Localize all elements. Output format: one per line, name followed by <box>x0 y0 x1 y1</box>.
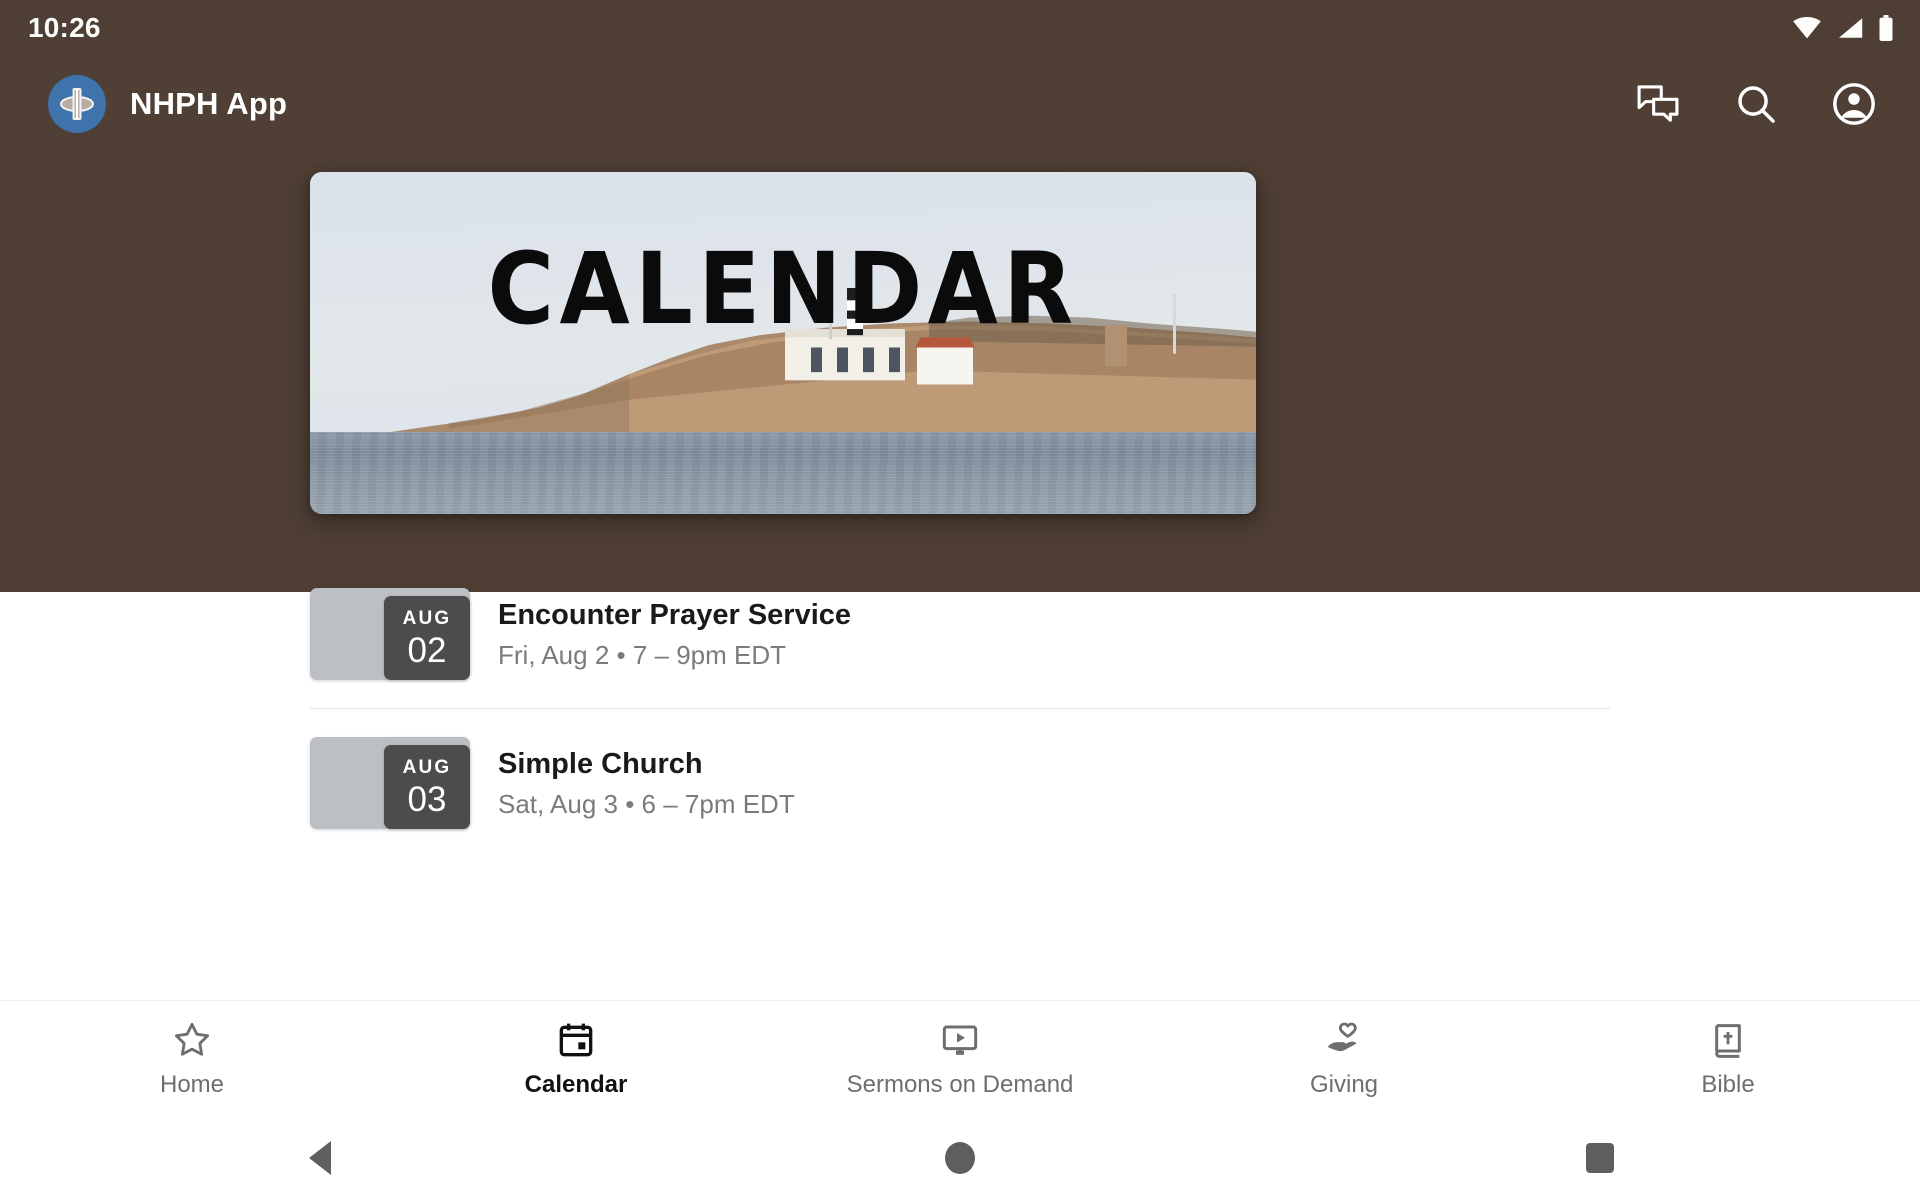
status-bar: 10:26 <box>0 0 1920 56</box>
tab-giving-label: Giving <box>1309 1070 1379 1098</box>
hand-heart-icon <box>1324 1019 1364 1061</box>
tab-home-label: Home <box>159 1070 225 1098</box>
search-icon[interactable] <box>1732 80 1780 128</box>
event-meta: Fri, Aug 2 • 7 – 9pm EDT <box>498 639 786 670</box>
battery-icon <box>1878 15 1894 41</box>
recents-square-icon[interactable] <box>1540 1128 1660 1188</box>
bible-book-cross-icon <box>1708 1019 1748 1061</box>
tab-bible-label: Bible <box>1701 1070 1755 1098</box>
table-row[interactable]: AUG 03 Simple Church Sat, Aug 3 • 6 – 7p… <box>0 709 1920 857</box>
event-day: 03 <box>407 779 447 819</box>
event-thumbnail: AUG 02 <box>310 588 470 680</box>
hero-image: CALENDAR <box>310 172 1256 514</box>
app-title: NHPH App <box>130 86 288 121</box>
tab-bible[interactable]: Bible <box>1536 1019 1920 1099</box>
event-title: Encounter Prayer Service <box>498 598 852 631</box>
tab-sermons-on-demand[interactable]: Sermons on Demand <box>768 1019 1152 1099</box>
star-outline-icon <box>172 1019 212 1061</box>
event-title: Simple Church <box>498 747 703 780</box>
tab-calendar[interactable]: Calendar <box>384 1019 768 1099</box>
hero-banner-card[interactable]: CALENDAR <box>310 172 1256 514</box>
home-circle-icon[interactable] <box>900 1128 1020 1188</box>
app-screen: 10:26 NHPH App CALENDAR AUG 02 Encounter… <box>0 0 1920 1200</box>
event-details: Simple Church Sat, Aug 3 • 6 – 7pm EDT <box>498 746 795 821</box>
status-badge: AUG 02 <box>384 596 470 680</box>
event-list: AUG 02 Encounter Prayer Service Fri, Aug… <box>0 560 1920 857</box>
app-bar: NHPH App <box>0 56 1920 152</box>
hero-sea <box>310 431 1256 514</box>
event-details: Encounter Prayer Service Fri, Aug 2 • 7 … <box>498 597 851 672</box>
system-navigation-bar <box>0 1116 1920 1200</box>
event-thumbnail: AUG 03 <box>310 737 470 829</box>
hero-buildings-illustration <box>784 288 1176 385</box>
tab-home[interactable]: Home <box>0 1019 384 1099</box>
video-monitor-play-icon <box>940 1019 980 1061</box>
wifi-icon <box>1792 17 1822 39</box>
status-bar-icons <box>1792 15 1894 41</box>
back-triangle-icon[interactable] <box>260 1128 380 1188</box>
event-meta: Sat, Aug 3 • 6 – 7pm EDT <box>498 788 795 819</box>
cellular-signal-icon <box>1836 17 1864 39</box>
church-cross-logo-icon[interactable] <box>48 75 106 133</box>
app-bar-branding: NHPH App <box>48 75 287 133</box>
chat-icon[interactable] <box>1634 80 1682 128</box>
event-month: AUG <box>402 607 452 629</box>
status-badge: AUG 03 <box>384 745 470 829</box>
tab-giving[interactable]: Giving <box>1152 1019 1536 1099</box>
account-circle-icon[interactable] <box>1830 80 1878 128</box>
event-month: AUG <box>402 756 452 778</box>
tab-calendar-label: Calendar <box>524 1070 628 1098</box>
app-bar-actions <box>1634 80 1878 128</box>
table-row[interactable]: AUG 02 Encounter Prayer Service Fri, Aug… <box>0 560 1920 708</box>
status-bar-clock: 10:26 <box>28 12 101 43</box>
event-day: 02 <box>407 630 447 670</box>
tab-sermons-label: Sermons on Demand <box>846 1070 1074 1098</box>
calendar-icon <box>556 1019 596 1061</box>
bottom-navigation-bar: Home Calendar Sermons on Demand Giving B… <box>0 1000 1920 1116</box>
